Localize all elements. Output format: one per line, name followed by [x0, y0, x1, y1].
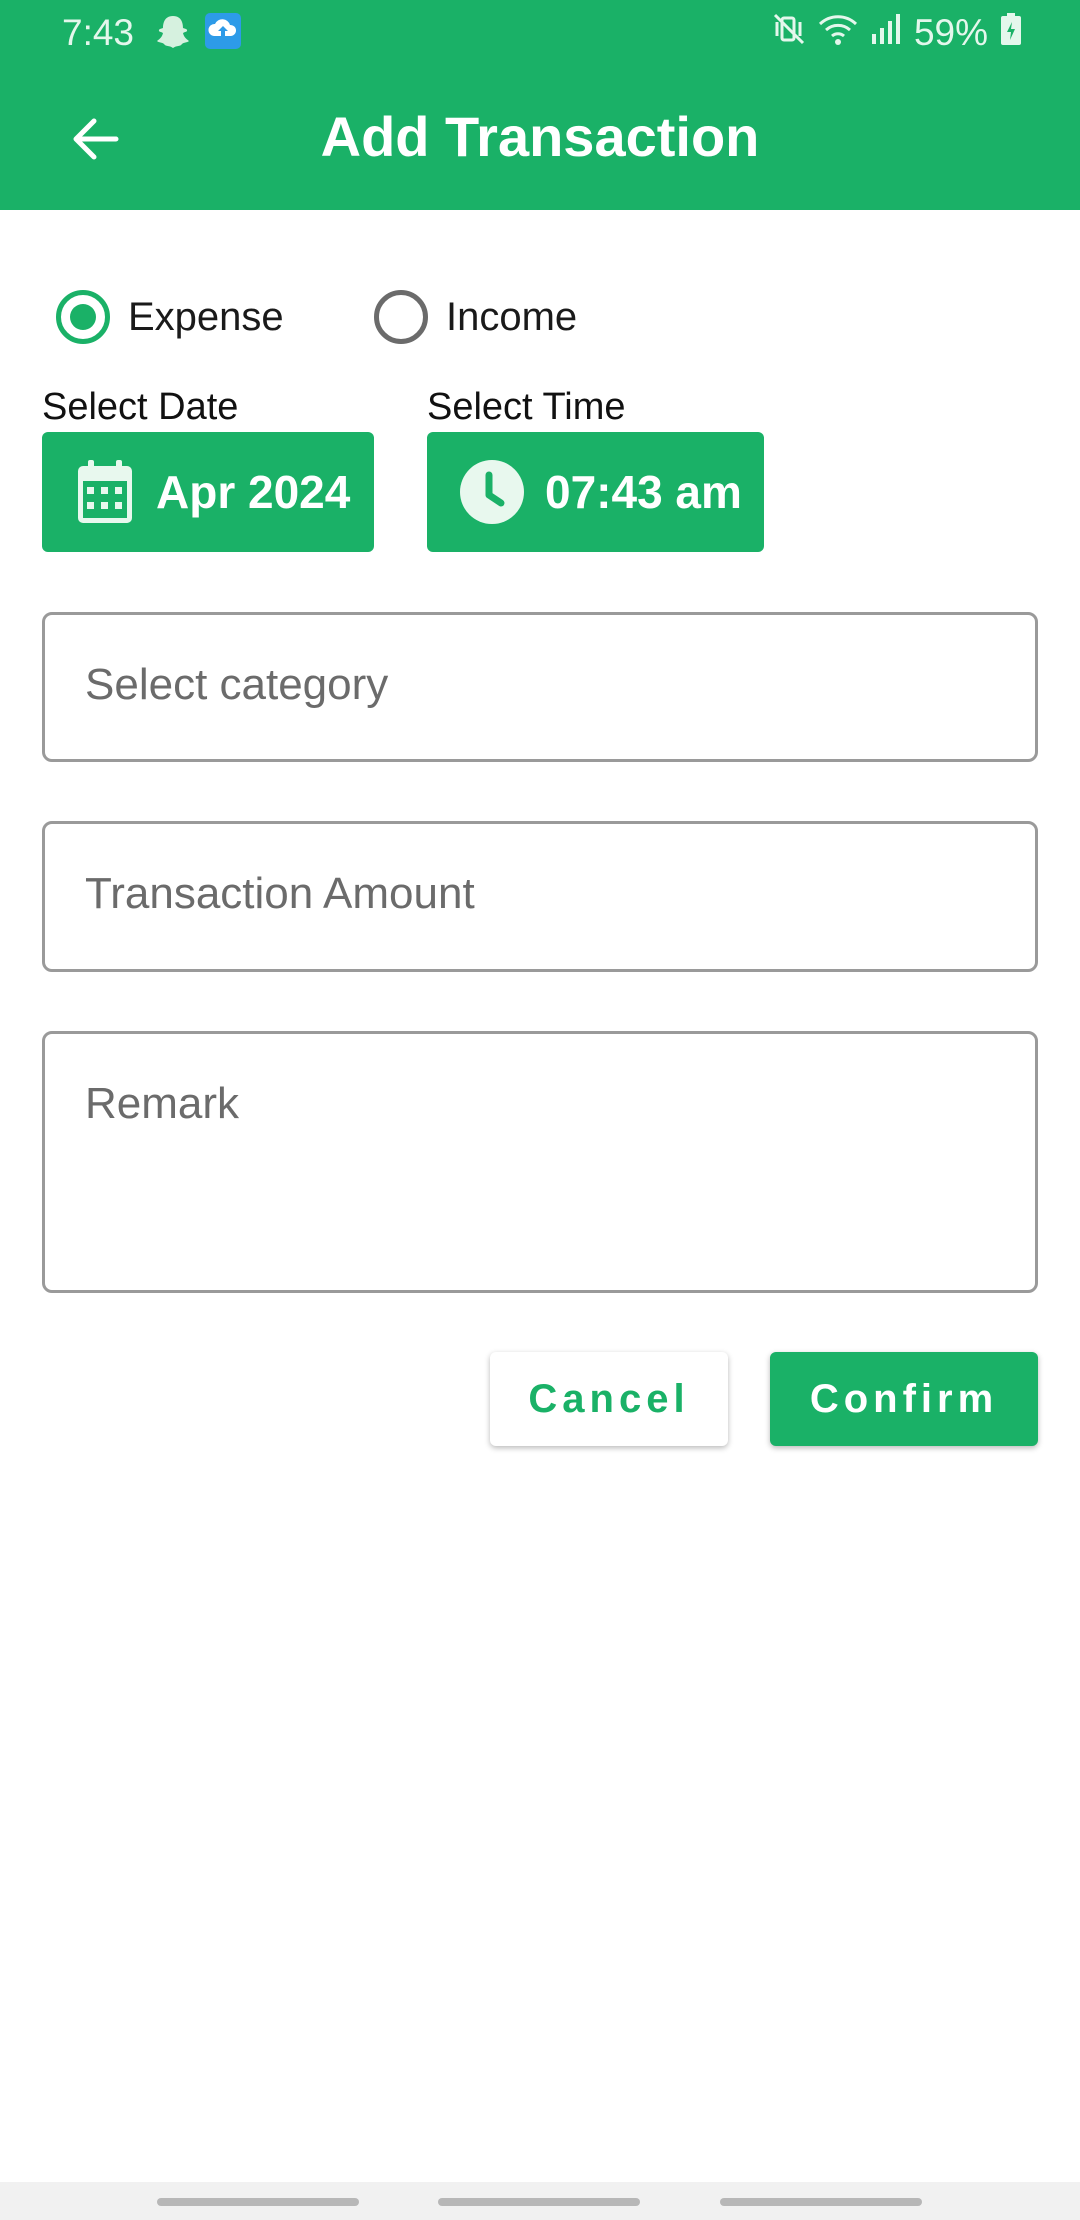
radio-income-label: Income [446, 294, 578, 339]
battery-icon [1000, 12, 1022, 55]
signal-icon [870, 12, 902, 55]
date-value: Apr 2024 [156, 466, 351, 518]
category-select[interactable]: Select category [42, 612, 1038, 762]
status-indicators: 59% [772, 10, 1022, 56]
system-nav-bar [0, 2182, 1080, 2220]
nav-home-handle[interactable] [438, 2198, 640, 2206]
radio-income-circle[interactable] [374, 290, 428, 344]
clock-icon [459, 459, 525, 525]
radio-income[interactable]: Income [374, 282, 577, 352]
confirm-button[interactable]: Confirm [770, 1352, 1038, 1446]
battery-percent: 59% [913, 12, 988, 53]
status-time: 7:43 [62, 12, 135, 53]
nav-recents-handle[interactable] [157, 2198, 359, 2206]
time-picker-button[interactable]: 07:43 am [427, 432, 764, 552]
app-bar: Add Transaction [0, 66, 1080, 210]
calendar-icon [76, 459, 134, 525]
date-picker-button[interactable]: Apr 2024 [42, 432, 374, 552]
category-placeholder: Select category [85, 660, 389, 709]
radio-expense[interactable]: Expense [56, 282, 284, 352]
cancel-button[interactable]: Cancel [490, 1352, 728, 1446]
time-value: 07:43 am [545, 466, 742, 518]
radio-expense-circle[interactable] [56, 290, 110, 344]
wifi-icon [818, 12, 858, 55]
cloud-upload-icon [204, 12, 242, 55]
remark-input[interactable]: Remark [42, 1031, 1038, 1293]
amount-placeholder: Transaction Amount [85, 869, 475, 918]
snapchat-ghost-icon [156, 14, 190, 55]
select-time-label: Select Time [427, 386, 626, 428]
select-date-label: Select Date [42, 386, 239, 428]
amount-input[interactable]: Transaction Amount [42, 821, 1038, 972]
status-bar: 7:43 59% [0, 0, 1080, 66]
radio-expense-label: Expense [128, 294, 284, 339]
vibrate-mute-icon [772, 12, 806, 55]
page-title: Add Transaction [320, 105, 760, 168]
remark-placeholder: Remark [85, 1079, 240, 1128]
nav-back-handle[interactable] [720, 2198, 922, 2206]
